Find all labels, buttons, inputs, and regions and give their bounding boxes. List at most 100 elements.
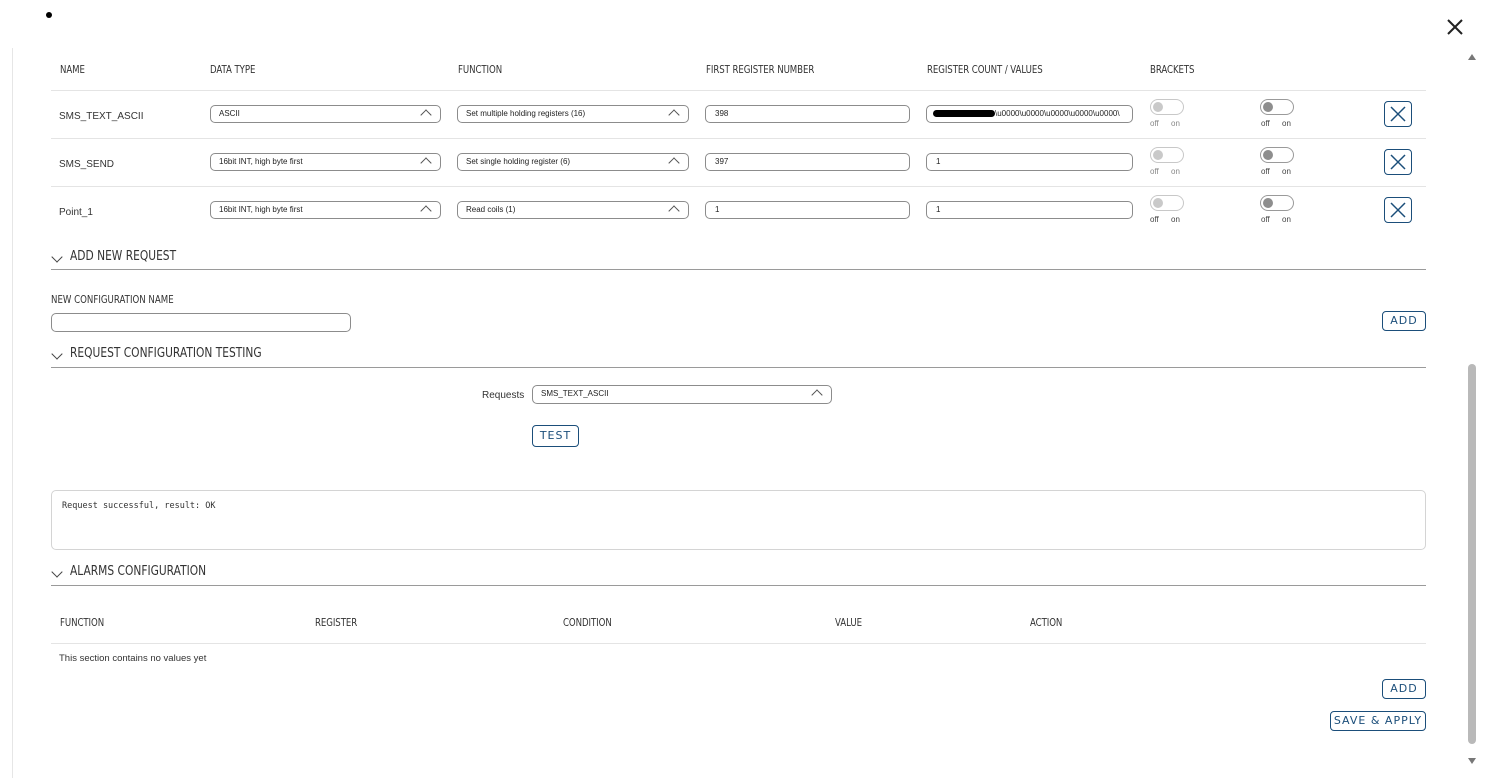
toggle-on-label: on: [1171, 167, 1180, 176]
column-header-register-count: REGISTER COUNT / VALUES: [927, 64, 1043, 76]
chevron-up-icon: [811, 389, 823, 401]
scrollbar-thumb[interactable]: [1468, 364, 1476, 744]
section-title-add-request[interactable]: ADD NEW REQUEST: [70, 249, 176, 264]
data-type-value: ASCII: [219, 109, 240, 118]
toggle-knob: [1263, 102, 1273, 112]
close-icon[interactable]: [1444, 16, 1466, 38]
section-divider: [51, 269, 1426, 270]
alarms-empty-message: This section contains no values yet: [59, 653, 207, 664]
register-values-value: 1: [936, 157, 941, 166]
column-header-name: NAME: [60, 64, 85, 76]
redacted-block: [933, 110, 995, 117]
function-select[interactable]: Set multiple holding registers (16): [457, 105, 689, 123]
toggle-off-label: off: [1150, 119, 1159, 128]
chevron-up-icon: [420, 109, 432, 121]
register-values-input[interactable]: \u0000\u0000\u0000\u0000\u0000\: [926, 105, 1133, 123]
function-value: Read coils (1): [466, 205, 516, 214]
chevron-up-icon: [668, 109, 680, 121]
register-values-value: \u0000\u0000\u0000\u0000\u0000\: [995, 109, 1120, 118]
modal-top-bar: [0, 0, 1494, 48]
toggle-off-label: off: [1261, 167, 1270, 176]
chevron-up-icon: [668, 205, 680, 217]
function-select[interactable]: Read coils (1): [457, 201, 689, 219]
data-type-value: 16bit INT, high byte first: [219, 157, 303, 166]
delete-row-button[interactable]: [1384, 101, 1412, 127]
brackets-toggle[interactable]: [1150, 99, 1184, 115]
table-divider: [51, 643, 1426, 644]
first-register-input[interactable]: 398: [705, 105, 910, 123]
data-type-value: 16bit INT, high byte first: [219, 205, 303, 214]
alarm-header-function: FUNCTION: [60, 617, 105, 629]
toggle-off-label: off: [1261, 119, 1270, 128]
column-header-brackets: BRACKETS: [1150, 64, 1195, 76]
toggle-knob: [1263, 150, 1273, 160]
section-title-alarms[interactable]: ALARMS CONFIGURATION: [70, 564, 206, 579]
register-values-input[interactable]: 1: [926, 201, 1133, 219]
toggle-knob: [1153, 150, 1163, 160]
toggle-on-label: on: [1282, 215, 1291, 224]
toggle-off-label: off: [1261, 215, 1270, 224]
first-register-value: 398: [715, 109, 729, 118]
row-divider: [51, 138, 1426, 139]
row-name: SMS_SEND: [59, 159, 115, 170]
toggle-on-label: on: [1282, 167, 1291, 176]
first-register-input[interactable]: 1: [705, 201, 910, 219]
enable-toggle[interactable]: [1260, 195, 1294, 211]
column-header-first-register: FIRST REGISTER NUMBER: [706, 64, 815, 76]
test-button[interactable]: TEST: [532, 425, 579, 447]
alarm-header-value: VALUE: [835, 617, 862, 629]
requests-select[interactable]: SMS_TEXT_ASCII: [532, 385, 832, 404]
alarm-header-register: REGISTER: [315, 617, 358, 629]
close-icon: [1390, 106, 1406, 122]
add-request-button[interactable]: ADD: [1382, 311, 1426, 331]
enable-toggle[interactable]: [1260, 147, 1294, 163]
delete-row-button[interactable]: [1384, 197, 1412, 223]
function-select[interactable]: Set single holding register (6): [457, 153, 689, 171]
table-divider: [51, 90, 1426, 91]
test-result-box: Request successful, result: OK: [51, 490, 1426, 550]
close-icon: [1390, 154, 1406, 170]
column-header-function: FUNCTION: [458, 64, 503, 76]
scroll-down-icon[interactable]: [1468, 758, 1476, 764]
function-value: Set multiple holding registers (16): [466, 109, 586, 118]
first-register-value: 1: [715, 205, 720, 214]
requests-label: Requests: [482, 390, 525, 401]
new-config-name-input[interactable]: [51, 313, 351, 332]
data-type-select[interactable]: 16bit INT, high byte first: [210, 201, 441, 219]
scroll-up-icon[interactable]: [1468, 54, 1476, 60]
enable-toggle[interactable]: [1260, 99, 1294, 115]
chevron-up-icon: [420, 157, 432, 169]
toggle-knob: [1263, 198, 1273, 208]
save-apply-button[interactable]: SAVE & APPLY: [1330, 711, 1426, 731]
alarm-header-condition: CONDITION: [563, 617, 612, 629]
column-header-data-type: DATA TYPE: [210, 64, 256, 76]
close-icon: [1390, 202, 1406, 218]
data-type-select[interactable]: ASCII: [210, 105, 441, 123]
new-config-name-label: NEW CONFIGURATION NAME: [51, 294, 174, 306]
requests-value: SMS_TEXT_ASCII: [541, 389, 609, 398]
section-divider: [51, 367, 1426, 368]
toggle-knob: [1153, 102, 1163, 112]
brackets-toggle[interactable]: [1150, 195, 1184, 211]
delete-row-button[interactable]: [1384, 149, 1412, 175]
data-type-select[interactable]: 16bit INT, high byte first: [210, 153, 441, 171]
add-alarm-button[interactable]: ADD: [1382, 679, 1426, 699]
first-register-value: 397: [715, 157, 729, 166]
toggle-knob: [1153, 198, 1163, 208]
toggle-off-label: off: [1150, 167, 1159, 176]
function-value: Set single holding register (6): [466, 157, 571, 166]
bullet-icon: [46, 12, 52, 18]
brackets-toggle[interactable]: [1150, 147, 1184, 163]
first-register-input[interactable]: 397: [705, 153, 910, 171]
row-divider: [51, 186, 1426, 187]
section-title-testing[interactable]: REQUEST CONFIGURATION TESTING: [70, 346, 262, 361]
register-values-value: 1: [936, 205, 941, 214]
toggle-on-label: on: [1171, 119, 1180, 128]
chevron-up-icon: [668, 157, 680, 169]
section-divider: [51, 585, 1426, 586]
toggle-on-label: on: [1282, 119, 1291, 128]
test-result-text: Request successful, result: OK: [62, 501, 216, 511]
chevron-up-icon: [420, 205, 432, 217]
register-values-input[interactable]: 1: [926, 153, 1133, 171]
row-name: Point_1: [59, 207, 93, 218]
